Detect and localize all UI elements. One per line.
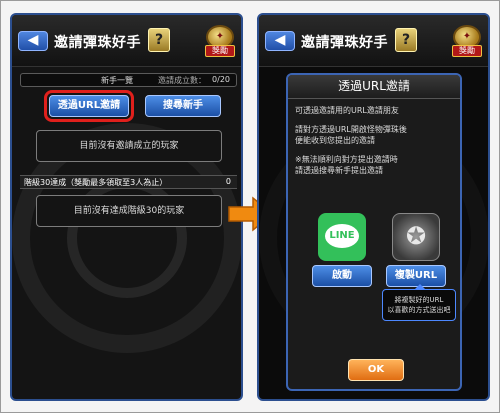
rank30-section-header: 階級30達成（獎勵最多領取至3人為止） 0 [20,175,237,189]
reward-tag: 獎勵 [205,45,235,57]
dialog-line-2: 請對方透過URL開啟怪物彈珠後 [295,125,407,134]
no-invite-message: 目前沒有邀請成立的玩家 [36,130,222,162]
search-newbie-button[interactable]: 搜尋新手 [145,95,221,117]
screenshot-frame: ◀ 邀請彈珠好手 ? ✦ 獎勵 新手一覽 邀請成立數： 0/20 透過URL邀請… [0,0,500,413]
dialog-note-2: 請透過搜尋新手提出邀請 [295,166,383,175]
reward-badge[interactable]: ✦ 獎勵 [452,25,482,59]
ok-button[interactable]: OK [348,359,404,381]
invite-count-value: 0/20 [212,75,230,84]
back-arrow-icon: ◀ [274,32,286,48]
help-button[interactable]: ? [148,28,170,52]
rank30-section-label: 階級30達成（獎勵最多領取至3人為止） [24,178,168,187]
left-screen: ◀ 邀請彈珠好手 ? ✦ 獎勵 新手一覽 邀請成立數： 0/20 透過URL邀請… [10,13,243,401]
dialog-body: 可透過邀請用的URL邀請朋友 請對方透過URL開啟怪物彈珠後 便能收到您提出的邀… [295,105,455,176]
line-icon-text: LINE [325,224,359,248]
line-app-icon[interactable]: LINE [318,213,366,261]
back-arrow-icon: ◀ [27,32,39,48]
page-title: 邀請彈珠好手 [301,35,388,51]
reward-badge[interactable]: ✦ 獎勵 [205,25,235,59]
tooltip-line-2: 以喜歡的方式送出吧 [387,306,451,314]
back-button[interactable]: ◀ [18,31,48,51]
invite-count-bar: 新手一覽 邀請成立數： 0/20 [20,73,237,87]
url-invite-dialog: 透過URL邀請 可透過邀請用的URL邀請朋友 請對方透過URL開啟怪物彈珠後 便… [286,73,462,391]
tooltip-line-1: 將複製好的URL [394,296,444,304]
page-title: 邀請彈珠好手 [54,35,141,51]
dialog-note-1: ※無法順利向對方提出邀請時 [295,155,398,164]
dialog-line-3: 便能收到您提出的邀請 [295,136,375,145]
invite-count-label: 邀請成立數： [158,76,206,85]
launch-line-button[interactable]: 啟動 [312,265,372,287]
help-button[interactable]: ? [395,28,417,52]
url-invite-button[interactable]: 透過URL邀請 [49,95,129,117]
list-title: 新手一覽 [101,76,133,85]
dialog-line-1: 可透過邀請用的URL邀請朋友 [295,106,399,115]
right-screen: ◀ 邀請彈珠好手 ? ✦ 獎勵 透過URL邀請 可透過邀請用的URL邀請朋友 請… [257,13,490,401]
no-rank30-message: 目前沒有達成階級30的玩家 [36,195,222,227]
copy-url-tooltip: 將複製好的URL 以喜歡的方式送出吧 [382,289,456,321]
back-button[interactable]: ◀ [265,31,295,51]
monster-strike-icon[interactable]: ✪ [392,213,440,261]
header-bar: ◀ 邀請彈珠好手 ? ✦ 獎勵 [12,15,241,67]
header-bar: ◀ 邀請彈珠好手 ? ✦ 獎勵 [259,15,488,67]
rank30-section-count: 0 [225,177,231,186]
reward-tag: 獎勵 [452,45,482,57]
dialog-title: 透過URL邀請 [288,75,460,99]
